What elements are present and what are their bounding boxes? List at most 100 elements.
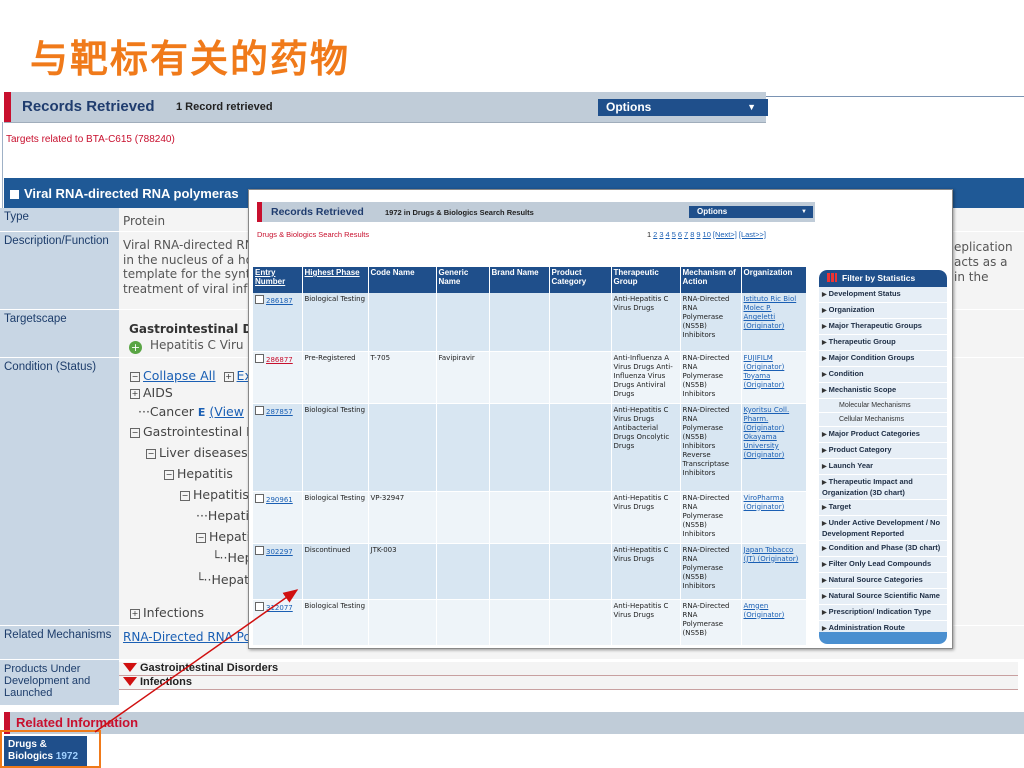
collapse-icon: − (180, 491, 190, 501)
stats-filter-item[interactable]: ▶ Mechanistic Scope (819, 383, 947, 399)
page-link[interactable]: 9 (696, 230, 700, 239)
targetscape-item-label: Hepatitis C Viru (150, 338, 244, 352)
cell-category (549, 543, 612, 600)
collapse-all-link[interactable]: Collapse All (143, 368, 216, 383)
tree-node-cancer[interactable]: ···Cancer E (View (138, 404, 244, 419)
organization-link[interactable]: Istituto Ric Biol Molec P. Angeletti (Or… (744, 295, 797, 330)
related-information-title: Related Information (16, 715, 139, 730)
stats-filter-label: Major Therapeutic Groups (828, 321, 922, 330)
column-header[interactable]: Highest Phase (302, 267, 369, 293)
stats-filter-label: Therapeutic Impact and Organization (3D … (822, 477, 913, 497)
entry-number-link[interactable]: 290961 (266, 496, 293, 504)
overlay-options-dropdown[interactable]: Options ▼ (689, 206, 813, 218)
page-link[interactable]: 8 (690, 230, 694, 239)
product-group-gastro[interactable]: Gastrointestinal Disorders (119, 662, 1018, 676)
stats-filter-item[interactable]: ▶ Therapeutic Impact and Organization (3D… (819, 475, 947, 500)
page-link[interactable]: 6 (678, 230, 682, 239)
mechanism-link[interactable]: RNA-Directed RNA Po (123, 630, 251, 644)
row-checkbox[interactable] (255, 405, 264, 415)
table-row[interactable]: 287857 Biological Testing Anti-Hepatitis C… (253, 403, 807, 492)
stats-filter-item[interactable]: ▶ Target (819, 500, 947, 516)
organization-link[interactable]: Japan Tobacco (JT) (Originator) (744, 546, 799, 563)
organization-link[interactable]: Kyoritsu Coll. Pharm. (Originator) Okaya… (744, 406, 790, 459)
next-page-link[interactable]: [Next>] (713, 230, 737, 239)
entry-number-link[interactable]: 302297 (266, 548, 293, 556)
triangle-right-icon: ▶ (822, 480, 827, 486)
stats-sub-item[interactable]: Cellular Mechanisms (819, 413, 947, 427)
cell-group: Anti-Hepatitis C Virus Drugs (611, 599, 681, 646)
entry-number-link[interactable]: 286877 (266, 356, 293, 364)
expand-icon: + (223, 372, 234, 382)
tree-node-infections[interactable]: + Infections (130, 605, 204, 620)
organization-link[interactable]: FUJIFILM (Originator) Toyama (Originator… (744, 354, 785, 389)
table-row[interactable]: 312077 Biological Testing Anti-Hepatitis C… (253, 599, 807, 646)
tree-node-leaf[interactable]: └··Hepati (196, 572, 253, 587)
table-row[interactable]: 302297 Discontinued JTK-003 Anti-Hepatitis … (253, 543, 807, 600)
entry-number-link[interactable]: 287857 (266, 408, 293, 416)
options-dropdown[interactable]: Options ▼ (598, 99, 768, 116)
column-header[interactable]: Entry Number (253, 267, 303, 293)
tree-node-liver[interactable]: − Liver diseases (146, 445, 248, 460)
stats-filter-item[interactable]: ▶ Organization (819, 303, 947, 319)
cancer-view-link[interactable]: (View (209, 404, 244, 419)
stats-filter-item[interactable]: ▶ Condition and Phase (3D chart) (819, 541, 947, 557)
row-checkbox[interactable] (255, 493, 264, 503)
stats-filter-item[interactable]: ▶ Prescription/ Indication Type (819, 605, 947, 621)
tree-node-leaf[interactable]: ···Hepati (196, 508, 249, 523)
tree-node-hepati-b[interactable]: − Hepati (196, 529, 250, 544)
cell-generic (436, 543, 490, 600)
stats-filter-item[interactable]: ▶ Condition (819, 367, 947, 383)
stats-sub-item[interactable]: Molecular Mechanisms (819, 399, 947, 413)
stats-filter-item[interactable]: ▶ Therapeutic Group (819, 335, 947, 351)
stats-filter-item[interactable]: ▶ Natural Source Scientific Name (819, 589, 947, 605)
page-link[interactable]: 10 (703, 230, 711, 239)
table-row[interactable]: 286187 Biological Testing Anti-Hepatitis C… (253, 293, 807, 352)
tree-node-hepatitis[interactable]: − Hepatitis (164, 466, 233, 481)
page-link[interactable]: 1 (647, 230, 651, 239)
cell-group: Anti-Hepatitis C Virus Drugs (611, 543, 681, 600)
description-line: eplication (954, 240, 1013, 254)
stats-filter-item[interactable]: ▶ Major Condition Groups (819, 351, 947, 367)
entry-number-link[interactable]: 286187 (266, 297, 293, 305)
entry-number-link[interactable]: 312077 (266, 604, 293, 612)
row-checkbox[interactable] (255, 295, 264, 304)
tree-node-gastro[interactable]: − Gastrointestinal D (130, 424, 256, 439)
page-link[interactable]: 2 (653, 230, 657, 239)
stats-filter-item[interactable]: ▶ Launch Year (819, 459, 947, 475)
stats-filter-item[interactable]: ▶ Under Active Development / No Developme… (819, 516, 947, 541)
triangle-right-icon: ▶ (822, 448, 827, 454)
stats-filter-item[interactable]: ▶ Major Product Categories (819, 427, 947, 443)
page-link[interactable]: 4 (666, 230, 670, 239)
stats-filter-item[interactable]: ▶ Product Category (819, 443, 947, 459)
page-link[interactable]: 3 (659, 230, 663, 239)
tree-node-label: Hepati (209, 529, 251, 544)
last-page-link[interactable]: [Last>>] (739, 230, 766, 239)
stats-filter-label: Major Product Categories (828, 429, 920, 438)
row-checkbox[interactable] (255, 545, 264, 555)
cell-generic (436, 599, 490, 646)
stats-filter-item[interactable]: ▶ Filter Only Lead Compounds (819, 557, 947, 573)
stats-filter-item[interactable]: ▶ Major Therapeutic Groups (819, 319, 947, 335)
cell-org: ViroPharma (Originator) (741, 491, 807, 544)
organization-link[interactable]: ViroPharma (Originator) (744, 494, 785, 511)
product-group-infections[interactable]: Infections (119, 676, 1018, 690)
stats-filter-label: Therapeutic Group (828, 337, 896, 346)
table-row[interactable]: 290961 Biological Testing VP-32947 Anti-Hep… (253, 491, 807, 544)
cell-phase: Biological Testing (302, 293, 369, 352)
row-checkbox[interactable] (255, 353, 264, 363)
tree-node-leaf[interactable]: └··Hep (212, 550, 253, 565)
row-checkbox[interactable] (255, 601, 264, 611)
stats-filter-item[interactable]: ▶ Natural Source Categories (819, 573, 947, 589)
stats-filter-label: Condition (828, 369, 864, 378)
tree-node-hepatitis2[interactable]: − Hepatitis/ (180, 487, 253, 502)
cell-code: JTK-003 (368, 543, 437, 600)
targetscape-item[interactable]: + Hepatitis C Viru (129, 338, 244, 354)
table-row[interactable]: 286877 Pre-Registered T-705 Favipiravir Anti… (253, 351, 807, 404)
page-link[interactable]: 7 (684, 230, 688, 239)
cell-phase: Biological Testing (302, 403, 369, 492)
tree-node-aids[interactable]: + AIDS (130, 385, 173, 400)
organization-link[interactable]: Amgen (Originator) (744, 602, 785, 619)
stats-filter-item[interactable]: ▶ Development Status (819, 287, 947, 303)
page-link[interactable]: 5 (672, 230, 676, 239)
overlay-records-count: 1972 in Drugs & Biologics Search Results (385, 208, 534, 217)
